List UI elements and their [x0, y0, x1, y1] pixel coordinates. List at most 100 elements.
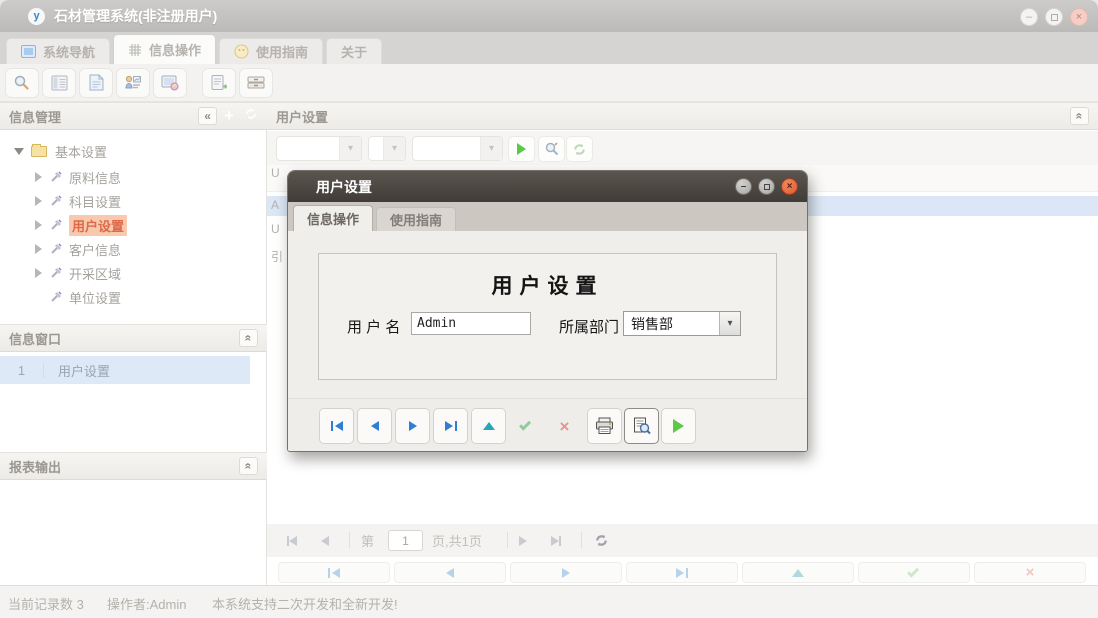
- tree-item-raw-material[interactable]: 原料信息: [0, 166, 267, 188]
- expand-arrow-icon[interactable]: [35, 268, 42, 278]
- dialog-close-button[interactable]: ×: [781, 178, 798, 195]
- refresh-filter-button[interactable]: [566, 136, 593, 162]
- tab-user-guide[interactable]: 使用指南: [219, 38, 323, 64]
- collapse-content-button[interactable]: «: [1070, 107, 1089, 125]
- tree-label-selected: 用户设置: [69, 215, 127, 236]
- tree-item-user-settings[interactable]: 用户设置: [0, 214, 267, 236]
- page-number-input[interactable]: [388, 530, 423, 551]
- report-output-panel-header[interactable]: 报表输出 «: [0, 452, 267, 480]
- filter-toolbar: ▾ ▾ ▾: [267, 131, 1098, 165]
- last-page-button[interactable]: [551, 524, 561, 557]
- search-icon: [13, 74, 31, 92]
- tab-system-nav[interactable]: 系统导航: [6, 38, 110, 64]
- close-button[interactable]: ×: [1070, 8, 1088, 26]
- expand-arrow-icon[interactable]: [35, 196, 42, 206]
- execute-button[interactable]: [661, 408, 696, 444]
- dialog-titlebar[interactable]: 用户设置 – ×: [288, 171, 807, 202]
- next-page-button[interactable]: [519, 524, 527, 557]
- chevron-down-icon[interactable]: ▾: [719, 312, 740, 335]
- screen-button[interactable]: [153, 68, 187, 98]
- tab-label: 使用指南: [256, 42, 308, 61]
- nav-last-button[interactable]: [626, 562, 738, 583]
- report-button[interactable]: [42, 68, 76, 98]
- chevron-down-icon[interactable]: ▾: [339, 137, 361, 160]
- open-window-list-item[interactable]: 1 用户设置: [0, 356, 250, 384]
- minimize-button[interactable]: –: [1020, 8, 1038, 26]
- nav-first-button[interactable]: [278, 562, 390, 583]
- record-next-button[interactable]: [395, 408, 430, 444]
- nav-cancel-button[interactable]: ×: [974, 562, 1086, 583]
- monitor-icon: [21, 45, 36, 58]
- filter-operator-combobox[interactable]: ▾: [368, 136, 406, 161]
- chevron-down-icon[interactable]: ▾: [480, 137, 502, 160]
- tree-item-unit-settings[interactable]: 单位设置: [0, 286, 267, 308]
- dialog-minimize-button[interactable]: –: [735, 178, 752, 195]
- nav-prev-button[interactable]: [394, 562, 506, 583]
- record-count-status: 当前记录数 3: [8, 594, 84, 613]
- tab-info-operation[interactable]: 信息操作: [113, 34, 216, 64]
- record-edit-button[interactable]: [471, 408, 506, 444]
- dialog-maximize-button[interactable]: [758, 178, 775, 195]
- info-window-panel-header[interactable]: 信息窗口 «: [0, 324, 267, 352]
- print-preview-icon: [633, 417, 651, 435]
- print-button[interactable]: [587, 408, 622, 444]
- grid-text-fragment: A: [271, 198, 279, 212]
- refresh-icon[interactable]: [244, 106, 258, 126]
- panel-title: 报表输出: [9, 457, 61, 476]
- tool-icon: [50, 171, 62, 183]
- ribbon-tabbar: 系统导航 信息操作 使用指南 关于: [0, 32, 1098, 64]
- advanced-search-button[interactable]: [538, 136, 565, 162]
- info-management-panel-header[interactable]: 信息管理 « +: [0, 102, 267, 130]
- status-bar: 当前记录数 3 操作者:Admin 本系统支持二次开发和全新开发!: [0, 585, 1098, 618]
- record-last-button[interactable]: [433, 408, 468, 444]
- run-filter-button[interactable]: [508, 136, 535, 162]
- document-button[interactable]: [79, 68, 113, 98]
- doc-add-icon: [211, 74, 227, 91]
- nav-next-button[interactable]: [510, 562, 622, 583]
- expand-arrow-icon[interactable]: [35, 220, 42, 230]
- expand-arrow-icon[interactable]: [35, 244, 42, 254]
- expand-arrow-icon[interactable]: [35, 172, 42, 182]
- first-page-button[interactable]: [287, 524, 297, 557]
- dialog-tab-user-guide[interactable]: 使用指南: [376, 207, 456, 231]
- username-input[interactable]: [411, 312, 531, 335]
- tool-icon: [50, 219, 62, 231]
- tree-item-mining-area[interactable]: 开采区域: [0, 262, 267, 284]
- dialog-tab-info-operation[interactable]: 信息操作: [293, 205, 373, 231]
- tab-about[interactable]: 关于: [326, 38, 382, 64]
- prev-page-button[interactable]: [321, 524, 329, 557]
- refresh-grid-button[interactable]: [594, 524, 609, 557]
- record-first-button[interactable]: [319, 408, 354, 444]
- department-combobox[interactable]: 销售部 ▾: [623, 311, 741, 336]
- tree-node-basic-settings[interactable]: 基本设置: [0, 140, 267, 162]
- tree-item-customer-info[interactable]: 客户信息: [0, 238, 267, 260]
- refresh-icon: [594, 533, 609, 548]
- content-panel-header: 用户设置 «: [267, 102, 1098, 130]
- record-confirm-button[interactable]: [509, 408, 544, 444]
- tree-item-subject-settings[interactable]: 科目设置: [0, 190, 267, 212]
- collapse-panel-button[interactable]: «: [239, 329, 258, 347]
- search-button[interactable]: [5, 68, 39, 98]
- collapse-panel-button[interactable]: «: [239, 457, 258, 475]
- collapse-sidebar-button[interactable]: «: [198, 107, 217, 125]
- archive-button[interactable]: [239, 68, 273, 98]
- dialog-tabbar: 信息操作 使用指南: [288, 202, 807, 231]
- caret-down-icon[interactable]: [14, 148, 24, 155]
- status-message: 本系统支持二次开发和全新开发!: [212, 594, 398, 613]
- app-logo-icon: y: [28, 8, 45, 25]
- nav-edit-button[interactable]: [742, 562, 854, 583]
- chevron-down-icon[interactable]: ▾: [383, 137, 405, 160]
- nav-confirm-button[interactable]: [858, 562, 970, 583]
- doc-add-button[interactable]: [202, 68, 236, 98]
- page-prefix-label: 第: [361, 524, 374, 557]
- print-preview-button[interactable]: [624, 408, 659, 444]
- filter-value-combobox[interactable]: ▾: [412, 136, 503, 161]
- maximize-button[interactable]: [1045, 8, 1063, 26]
- add-icon[interactable]: +: [224, 106, 234, 126]
- record-prev-button[interactable]: [357, 408, 392, 444]
- application-window: y 石材管理系统(非注册用户) – × 系统导航 信息操作 使用指南 关于: [0, 0, 1098, 618]
- record-cancel-button[interactable]: ×: [547, 408, 582, 444]
- report-icon: [51, 75, 68, 91]
- filter-field-combobox[interactable]: ▾: [276, 136, 362, 161]
- user-chart-button[interactable]: [116, 68, 150, 98]
